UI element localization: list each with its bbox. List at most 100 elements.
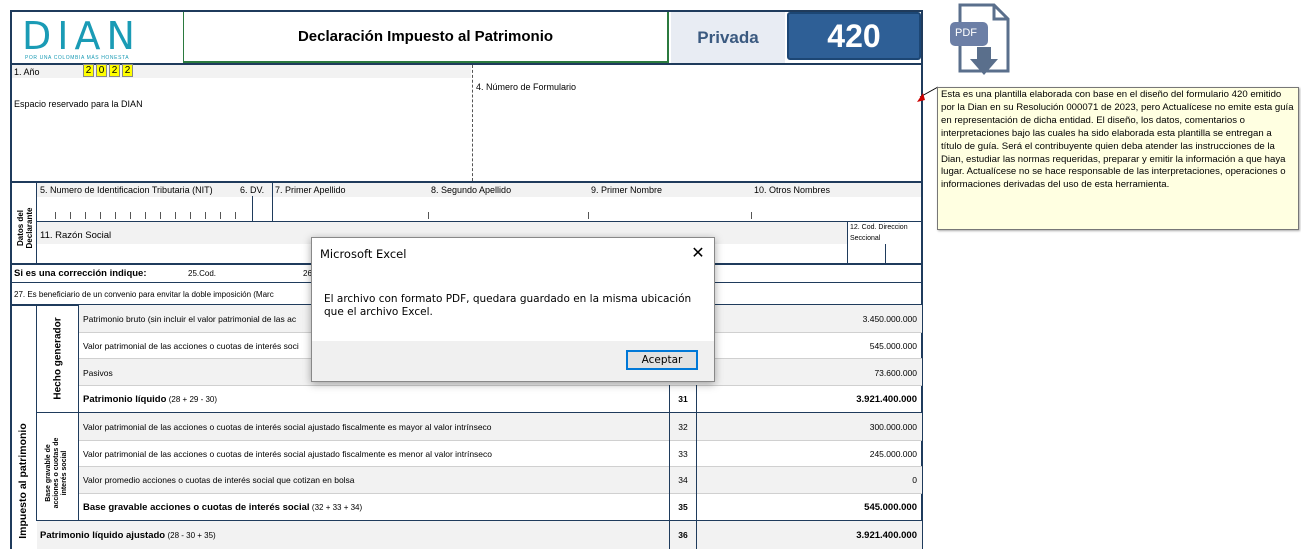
nit-label: 5. Numero de Identificacion Tributaria (… [40,185,213,195]
row-label-36: Patrimonio líquido ajustado (28 - 30 + 3… [40,530,216,541]
reserved-divider [472,65,473,181]
row-value-30[interactable]: 73.600.000 [702,368,917,378]
name-tick [588,212,589,219]
privada-label: Privada [671,12,785,63]
nit-tick [130,212,131,219]
dv-divider [252,196,253,221]
nit-tick [175,212,176,219]
row-value-35[interactable]: 545.000.000 [702,502,917,513]
num-column-left [669,385,670,549]
year-digit-2[interactable]: 0 [96,64,107,77]
row-label-35-main: Base gravable acciones o cuotas de inter… [83,502,310,513]
cod-direccion-label: 12. Cod. Direccion [850,224,908,231]
razon-social-label: 11. Razón Social [40,230,112,241]
hecho-generador-label: Hecho generador [52,317,64,400]
dv-label: 6. DV. [240,185,265,195]
logo-text: DIAN [22,14,141,58]
cod-direccion-label-2: Seccional [850,235,881,242]
dialog-body: Microsoft Excel ✕ El archivo con formato… [312,238,714,341]
row-value-33[interactable]: 245.000.000 [702,449,917,459]
logo-subtitle: POR UNA COLOMBIA MÁS HONESTA [25,55,130,61]
form-number-badge: 420 [787,12,921,60]
segundo-apellido-label: 8. Segundo Apellido [431,185,512,195]
form-number-label: 4. Número de Formulario [476,82,577,92]
nit-tick [85,212,86,219]
declarant-label-line1: Datos del [16,210,25,247]
nit-tick [115,212,116,219]
nit-tick [100,212,101,219]
otros-nombres-label: 10. Otros Nombres [754,185,831,195]
year-digit-3[interactable]: 2 [109,64,120,77]
apellido-divider [272,183,273,221]
close-icon[interactable]: ✕ [687,242,709,264]
row-value-32[interactable]: 300.000.000 [702,422,917,432]
impuesto-section-label: Impuesto al patrimonio [17,423,29,539]
row-num-36: 36 [678,530,688,540]
dialog-title: Microsoft Excel [320,247,407,261]
row-label-31: Patrimonio líquido (28 + 29 - 30) [83,394,217,405]
row-label-35-formula: (32 + 33 + 34) [311,503,363,512]
nit-tick [55,212,56,219]
row-value-31[interactable]: 3.921.400.000 [702,394,917,405]
row-label-33: Valor patrimonial de las acciones o cuot… [83,449,492,459]
row-num-35: 35 [678,502,688,512]
form-title: Declaración Impuesto al Patrimonio [183,12,669,63]
row-label-32: Valor patrimonial de las acciones o cuot… [83,422,492,432]
row-value-29[interactable]: 545.000.000 [702,341,917,351]
nit-tick [235,212,236,219]
reserved-space-label: Espacio reservado para la DIAN [14,99,143,109]
row-label-34: Valor promedio acciones o cuotas de inte… [83,475,355,485]
year-digit-4[interactable]: 2 [122,64,133,77]
name-tick [428,212,429,219]
declarant-label-line2: Declarante [25,207,34,249]
year-digit-1[interactable]: 2 [83,64,94,77]
num-column-right [696,385,697,549]
row-label-36-main: Patrimonio líquido ajustado [40,530,166,541]
cod25-label: 25.Cod. [188,269,217,278]
convenio-label: 27. Es beneficiario de un convenio para … [14,290,274,299]
year-label: 1. Año [14,67,40,77]
base-gravable-line2: acciones o cuotas de [53,437,60,509]
row-divider [79,440,922,441]
base-gravable-label: Base gravable de acciones o cuotas de in… [45,418,69,528]
row-divider [79,385,922,386]
year-row-shade [12,65,471,78]
nit-tick [160,212,161,219]
nit-tick [145,212,146,219]
dian-logo: DIAN POR UNA COLOMBIA MÁS HONESTA [12,12,182,63]
row-label-35: Base gravable acciones o cuotas de inter… [83,502,362,513]
pdf-export-icon[interactable]: PDF [948,3,1012,79]
row-divider [79,493,922,494]
primer-apellido-label: 7. Primer Apellido [275,185,346,195]
nit-tick [205,212,206,219]
row-num-31: 31 [678,394,688,404]
row-value-34[interactable]: 0 [702,475,917,485]
row-label-28: Patrimonio bruto (sin incluir el valor p… [83,314,297,324]
declarant-section-label: Datos del Declarante [16,188,34,268]
row-num-33: 33 [678,449,688,459]
cod-direccion-divider [847,222,848,264]
correccion-label: Si es una corrección indique: [14,268,147,279]
accept-button[interactable]: Aceptar [626,350,698,370]
nit-tick [190,212,191,219]
nit-tick [220,212,221,219]
pdf-label: PDF [955,27,977,39]
nit-tick [70,212,71,219]
comment-note: Esta es una plantilla elaborada con base… [937,87,1299,230]
dialog-message: El archivo con formato PDF, quedara guar… [324,293,692,318]
cod-direccion-split [885,244,886,264]
row-num-34: 34 [678,475,688,485]
row-num-32: 32 [678,422,688,432]
message-dialog: Microsoft Excel ✕ El archivo con formato… [311,237,715,382]
base-gravable-line3: interés social [61,450,68,496]
primer-nombre-label: 9. Primer Nombre [591,185,663,195]
row-label-36-formula: (28 - 30 + 35) [167,531,216,540]
row-value-36[interactable]: 3.921.400.000 [702,530,917,541]
base-gravable-line1: Base gravable de [45,444,52,502]
name-tick [751,212,752,219]
row-label-31-main: Patrimonio líquido [83,394,167,405]
row-label-30: Pasivos [83,368,113,378]
row-label-31-formula: (28 + 29 - 30) [168,395,218,404]
comment-indicator-icon [917,86,939,102]
row-value-28[interactable]: 3.450.000.000 [702,314,917,324]
